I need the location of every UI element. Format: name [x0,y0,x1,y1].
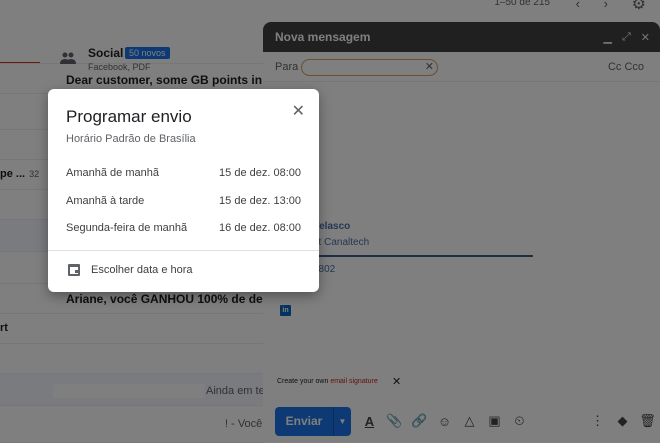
pick-date-time-label: Escolher data e hora [91,264,193,276]
option-label: Amanhã de manhã [66,167,159,179]
option-time: 15 de dez. 08:00 [219,167,301,179]
option-label: Amanhã à tarde [66,195,145,207]
schedule-option-tomorrow-morning[interactable]: Amanhã de manhã 15 de dez. 08:00 [48,160,319,187]
schedule-send-dialog: Programar envio ✕ Horário Padrão de Bras… [48,89,319,292]
calendar-icon [68,264,80,276]
timezone-label: Horário Padrão de Brasília [66,133,196,145]
dialog-title: Programar envio [66,107,192,126]
schedule-option-monday-morning[interactable]: Segunda-feira de manhã 16 de dez. 08:00 [48,215,319,242]
dialog-divider [48,250,319,251]
close-icon[interactable]: ✕ [292,101,305,121]
pick-date-time-option[interactable]: Escolher data e hora [48,258,319,284]
option-time: 15 de dez. 13:00 [219,195,301,207]
option-label: Segunda-feira de manhã [66,222,188,234]
schedule-option-tomorrow-afternoon[interactable]: Amanhã à tarde 15 de dez. 13:00 [48,188,319,215]
option-time: 16 de dez. 08:00 [219,222,301,234]
